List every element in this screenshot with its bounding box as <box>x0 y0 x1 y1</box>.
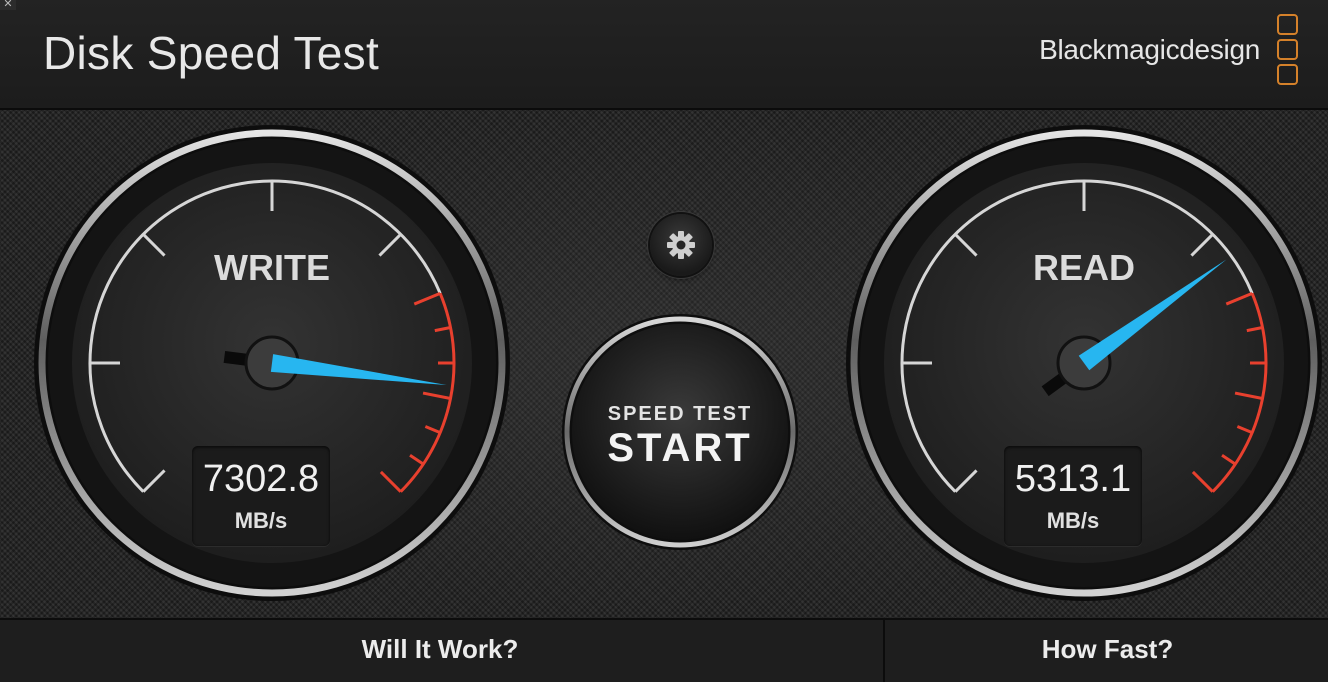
start-button-subtitle: SPEED TEST <box>607 403 753 425</box>
write-readout: 7302.8 MB/s <box>192 446 330 546</box>
speed-test-start-button[interactable]: SPEED TEST START <box>560 312 800 552</box>
close-icon[interactable]: ✕ <box>0 0 16 10</box>
app-title: Disk Speed Test <box>43 27 380 79</box>
write-speed-unit: MB/s <box>234 508 288 533</box>
brand-name: Blackmagicdesign <box>1039 34 1260 65</box>
settings-button[interactable] <box>650 214 712 276</box>
read-gauge-label: READ <box>1032 247 1135 288</box>
start-button-label: START <box>607 426 753 470</box>
tab-will-it-work[interactable]: Will It Work? <box>0 620 880 682</box>
blackmagic-logo-icon <box>1277 14 1301 88</box>
read-speed-value: 5313.1 <box>1014 458 1132 500</box>
read-readout: 5313.1 MB/s <box>1004 446 1142 546</box>
tab-how-fast[interactable]: How Fast? <box>883 620 1328 682</box>
title-bar: ✕ Disk Speed Test Blackmagicdesign <box>0 0 1328 110</box>
read-speed-unit: MB/s <box>1046 508 1100 533</box>
write-gauge-label: WRITE <box>214 247 330 288</box>
bottom-tabs: Will It Work? How Fast? <box>0 618 1328 682</box>
write-speed-value: 7302.8 <box>202 458 320 500</box>
write-gauge: WRITE 7302.8 MB/s <box>32 123 512 603</box>
gear-icon <box>667 231 695 259</box>
gauge-panel: WRITE 7302.8 MB/s SPEED TEST START READ … <box>0 110 1328 618</box>
read-gauge: READ 5313.1 MB/s <box>844 123 1324 603</box>
